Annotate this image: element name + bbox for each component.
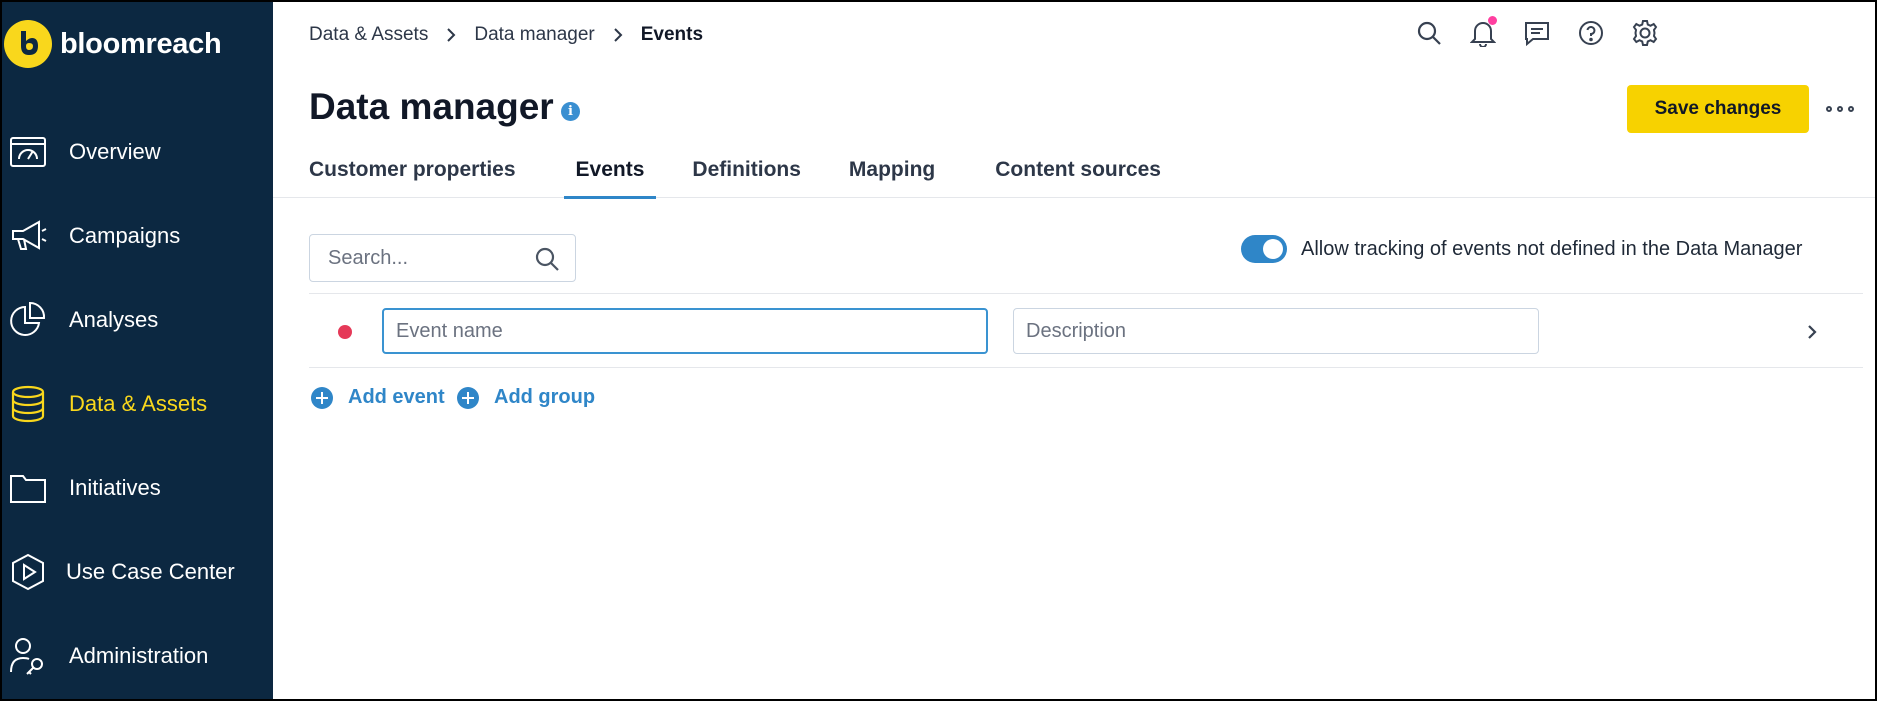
gear-icon[interactable] — [1630, 18, 1660, 48]
sidebar-item-use-case-center[interactable]: Use Case Center — [0, 537, 273, 607]
tab-customer-properties[interactable]: Customer properties — [309, 150, 528, 198]
sidebar-item-label: Administration — [69, 643, 209, 668]
help-icon[interactable] — [1576, 18, 1606, 48]
sidebar-item-data-assets[interactable]: Data & Assets — [0, 369, 273, 439]
top-toolbar — [1414, 16, 1684, 48]
chat-icon[interactable] — [1522, 18, 1552, 48]
breadcrumb-item[interactable]: Data & Assets — [309, 24, 428, 46]
add-event-button[interactable]: Add event — [311, 386, 445, 409]
bell-icon[interactable] — [1468, 16, 1498, 48]
more-options-icon[interactable] — [1826, 100, 1854, 118]
more-dot — [1848, 106, 1854, 112]
plus-circle-icon — [457, 386, 479, 409]
search-icon[interactable] — [1414, 18, 1444, 48]
row-divider — [309, 293, 1863, 294]
breadcrumb: Data & Assets Data manager Events — [309, 24, 703, 46]
add-group-button[interactable]: Add group — [457, 386, 595, 409]
sidebar-item-overview[interactable]: Overview — [0, 117, 273, 187]
breadcrumb-current: Events — [640, 24, 704, 45]
sidebar-item-label: Overview — [69, 139, 161, 164]
chevron-right-icon — [613, 28, 623, 42]
sidebar-item-label: Campaigns — [69, 223, 181, 248]
tracking-toggle[interactable] — [1241, 235, 1287, 263]
sidebar: bloomreach Overview Campaigns Analyses D… — [0, 0, 273, 701]
more-dot — [1837, 106, 1843, 112]
folder-icon — [8, 468, 48, 508]
pie-chart-icon — [8, 300, 48, 340]
tab-mapping[interactable]: Mapping — [837, 150, 947, 198]
toggle-knob — [1263, 239, 1283, 259]
tab-definitions[interactable]: Definitions — [692, 150, 801, 198]
dashboard-icon — [8, 132, 48, 172]
megaphone-icon — [8, 216, 48, 256]
save-changes-button[interactable]: Save changes — [1627, 85, 1809, 133]
search-input[interactable] — [326, 235, 530, 281]
status-dot — [338, 325, 352, 339]
sidebar-item-initiatives[interactable]: Initiatives — [0, 453, 273, 523]
play-hexagon-icon — [8, 552, 48, 592]
sidebar-item-administration[interactable]: Administration — [0, 621, 273, 691]
page-title: Data manager — [309, 86, 554, 127]
bloomreach-logo-icon — [4, 20, 52, 68]
notification-dot — [1488, 16, 1497, 25]
breadcrumb-item[interactable]: Data manager — [474, 24, 594, 46]
description-input[interactable] — [1013, 308, 1539, 354]
search-icon[interactable] — [533, 245, 561, 273]
tracking-toggle-row: Allow tracking of events not defined in … — [1241, 235, 1802, 263]
sidebar-item-label: Use Case Center — [66, 559, 235, 584]
sidebar-item-campaigns[interactable]: Campaigns — [0, 201, 273, 271]
info-icon[interactable]: i — [561, 102, 580, 121]
tab-events[interactable]: Events — [563, 150, 657, 199]
row-divider — [309, 367, 1863, 368]
chevron-right-icon — [446, 28, 456, 42]
logo[interactable]: bloomreach — [4, 20, 222, 68]
search-box — [309, 234, 576, 282]
event-name-input[interactable] — [382, 308, 988, 354]
tracking-toggle-label: Allow tracking of events not defined in … — [1301, 237, 1803, 260]
user-key-icon — [8, 636, 48, 676]
add-event-label: Add event — [348, 386, 445, 408]
more-dot — [1826, 106, 1832, 112]
tabs: Customer properties Events Definitions M… — [309, 150, 1173, 199]
sidebar-item-label: Analyses — [69, 307, 159, 332]
sidebar-item-analyses[interactable]: Analyses — [0, 285, 273, 355]
plus-circle-icon — [311, 386, 333, 409]
chevron-right-icon[interactable] — [1805, 320, 1825, 344]
add-group-label: Add group — [494, 386, 596, 408]
logo-text: bloomreach — [60, 27, 222, 60]
sidebar-item-label: Data & Assets — [69, 391, 208, 416]
database-icon — [8, 384, 48, 424]
tab-content-sources[interactable]: Content sources — [983, 150, 1173, 198]
sidebar-item-label: Initiatives — [69, 475, 161, 500]
